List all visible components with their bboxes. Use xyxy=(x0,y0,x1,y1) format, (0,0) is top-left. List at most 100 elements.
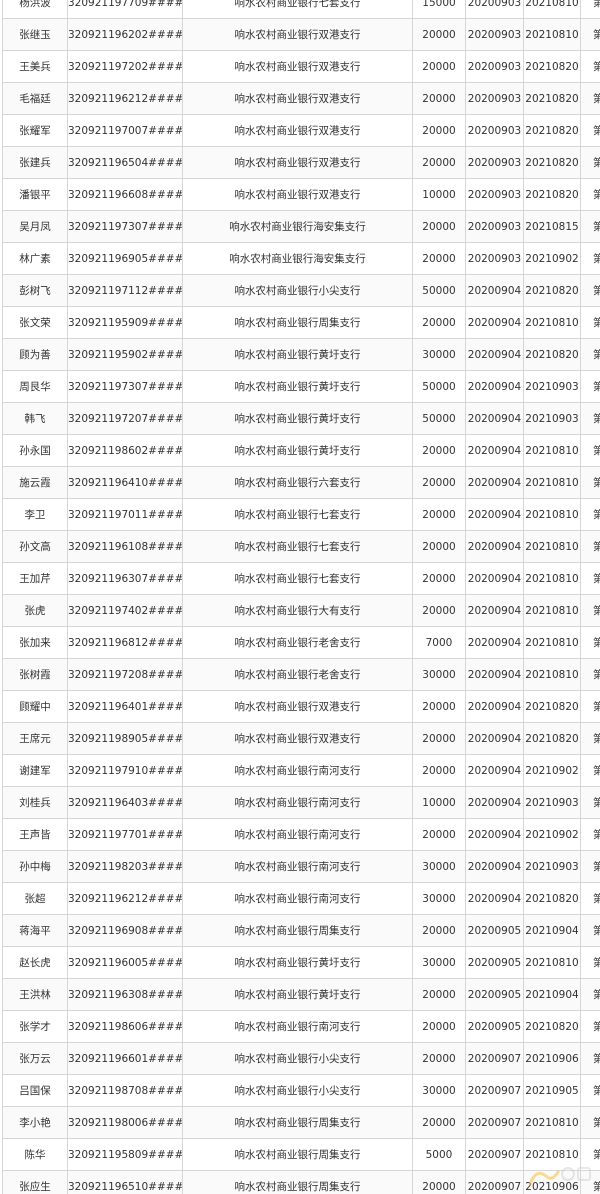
cell-start: 20200904 xyxy=(465,818,524,851)
cell-name: 韩飞 xyxy=(2,402,68,435)
cell-amount: 20000 xyxy=(412,690,466,723)
cell-start: 20200903 xyxy=(465,0,524,19)
cell-end: 20210905 xyxy=(523,1074,581,1107)
cell-name: 张万云 xyxy=(2,1042,68,1075)
cell-name: 王美兵 xyxy=(2,50,68,83)
cell-start: 20200904 xyxy=(465,370,524,403)
cell-end: 20210810 xyxy=(523,562,581,595)
cell-id: 320921197307####27 xyxy=(67,210,183,243)
cell-name: 谢建军 xyxy=(2,754,68,787)
cell-id: 320921196108####17 xyxy=(67,530,183,563)
cell-amount: 20000 xyxy=(412,1170,466,1194)
cell-bank: 响水农村商业银行黄圩支行 xyxy=(182,434,413,467)
cell-amount: 20000 xyxy=(412,50,466,83)
cell-industry: 第一产业 xyxy=(580,1170,600,1194)
cell-end: 20210810 xyxy=(523,498,581,531)
cell-start: 20200903 xyxy=(465,146,524,179)
table-row: 吕国保320921198708####31响水农村商业银行小尖支行3000020… xyxy=(2,1074,600,1107)
cell-name: 王洪林 xyxy=(2,978,68,1011)
cell-id: 320921198203####45 xyxy=(67,850,183,883)
table-row: 李小艳320921198006####2X响水农村商业银行周集支行2000020… xyxy=(2,1106,600,1139)
cell-end: 20210903 xyxy=(523,786,581,819)
cell-bank: 响水农村商业银行大有支行 xyxy=(182,594,413,627)
cell-bank: 响水农村商业银行双港支行 xyxy=(182,82,413,115)
cell-industry: 第一产业 xyxy=(580,210,600,243)
cell-start: 20200903 xyxy=(465,178,524,211)
cell-id: 320921196410####29 xyxy=(67,466,183,499)
cell-name: 刘桂兵 xyxy=(2,786,68,819)
cell-start: 20200907 xyxy=(465,1106,524,1139)
table-row: 王美兵320921197202####57响水农村商业银行双港支行2000020… xyxy=(2,50,600,83)
table-row: 张虎320921197402####75响水农村商业银行大有支行20000202… xyxy=(2,594,600,627)
cell-bank: 响水农村商业银行双港支行 xyxy=(182,50,413,83)
cell-start: 20200905 xyxy=(465,1010,524,1043)
cell-start: 20200904 xyxy=(465,882,524,915)
table-row: 杨洪波320921197709####11响水农村商业银行七套支行1500020… xyxy=(2,0,600,19)
cell-end: 20210820 xyxy=(523,274,581,307)
cell-industry: 第一产业 xyxy=(580,146,600,179)
table-row: 张万云320921196601####86响水农村商业银行小尖支行2000020… xyxy=(2,1042,600,1075)
cell-id: 320921196307####43 xyxy=(67,562,183,595)
table-row: 潘银平320921196608####13响水农村商业银行双港支行1000020… xyxy=(2,178,600,211)
cell-id: 320921197112####37 xyxy=(67,274,183,307)
cell-name: 张继玉 xyxy=(2,18,68,51)
cell-bank: 响水农村商业银行周集支行 xyxy=(182,1106,413,1139)
cell-start: 20200904 xyxy=(465,850,524,883)
loan-table-body: 杨洪波320921197709####11响水农村商业银行七套支行1500020… xyxy=(2,0,600,1194)
cell-start: 20200905 xyxy=(465,914,524,947)
cell-end: 20210810 xyxy=(523,306,581,339)
cell-end: 20210902 xyxy=(523,754,581,787)
cell-bank: 响水农村商业银行黄圩支行 xyxy=(182,370,413,403)
cell-start: 20200907 xyxy=(465,1042,524,1075)
table-row: 周艮华320921197307####10响水农村商业银行黄圩支行5000020… xyxy=(2,370,600,403)
cell-industry: 第一产业 xyxy=(580,82,600,115)
cell-id: 320921197910####78 xyxy=(67,754,183,787)
cell-name: 蒋海平 xyxy=(2,914,68,947)
cell-amount: 30000 xyxy=(412,946,466,979)
cell-start: 20200904 xyxy=(465,498,524,531)
cell-start: 20200907 xyxy=(465,1138,524,1171)
table-row: 刘桂兵320921196403####16响水农村商业银行南河支行1000020… xyxy=(2,786,600,819)
cell-end: 20210810 xyxy=(523,530,581,563)
cell-start: 20200904 xyxy=(465,594,524,627)
cell-start: 20200904 xyxy=(465,562,524,595)
cell-bank: 响水农村商业银行海安集支行 xyxy=(182,210,413,243)
cell-bank: 响水农村商业银行双港支行 xyxy=(182,690,413,723)
cell-end: 20210810 xyxy=(523,626,581,659)
table-row: 王声皆320921197701####54响水农村商业银行南河支行2000020… xyxy=(2,818,600,851)
table-row: 张文荣320921195909####12响水农村商业银行周集支行2000020… xyxy=(2,306,600,339)
cell-start: 20200904 xyxy=(465,658,524,691)
table-row: 张继玉320921196202####43响水农村商业银行双港支行2000020… xyxy=(2,18,600,51)
table-row: 彭树飞320921197112####37响水农村商业银行小尖支行5000020… xyxy=(2,274,600,307)
cell-end: 20210820 xyxy=(523,114,581,147)
cell-amount: 20000 xyxy=(412,242,466,275)
cell-end: 20210810 xyxy=(523,1138,581,1171)
cell-industry: 第一产业 xyxy=(580,306,600,339)
cell-bank: 响水农村商业银行老舍支行 xyxy=(182,626,413,659)
cell-name: 周艮华 xyxy=(2,370,68,403)
cell-amount: 5000 xyxy=(412,1138,466,1171)
cell-name: 吴月凤 xyxy=(2,210,68,243)
cell-id: 320921196504####10 xyxy=(67,146,183,179)
cell-name: 李小艳 xyxy=(2,1106,68,1139)
cell-start: 20200903 xyxy=(465,82,524,115)
cell-bank: 响水农村商业银行七套支行 xyxy=(182,0,413,19)
cell-id: 320921196005####38 xyxy=(67,946,183,979)
cell-start: 20200907 xyxy=(465,1074,524,1107)
cell-end: 20210810 xyxy=(523,466,581,499)
cell-name: 毛福廷 xyxy=(2,82,68,115)
cell-name: 施云霞 xyxy=(2,466,68,499)
cell-amount: 20000 xyxy=(412,210,466,243)
cell-name: 张加来 xyxy=(2,626,68,659)
cell-end: 20210810 xyxy=(523,1106,581,1139)
cell-amount: 20000 xyxy=(412,530,466,563)
cell-end: 20210810 xyxy=(523,658,581,691)
cell-industry: 第一产业 xyxy=(580,1074,600,1107)
cell-bank: 响水农村商业银行双港支行 xyxy=(182,722,413,755)
cell-id: 320921197307####10 xyxy=(67,370,183,403)
cell-end: 20210820 xyxy=(523,338,581,371)
cell-start: 20200903 xyxy=(465,210,524,243)
table-row: 孙永国320921198602####75响水农村商业银行黄圩支行2000020… xyxy=(2,434,600,467)
cell-industry: 第一产业 xyxy=(580,466,600,499)
cell-industry: 第一产业 xyxy=(580,562,600,595)
